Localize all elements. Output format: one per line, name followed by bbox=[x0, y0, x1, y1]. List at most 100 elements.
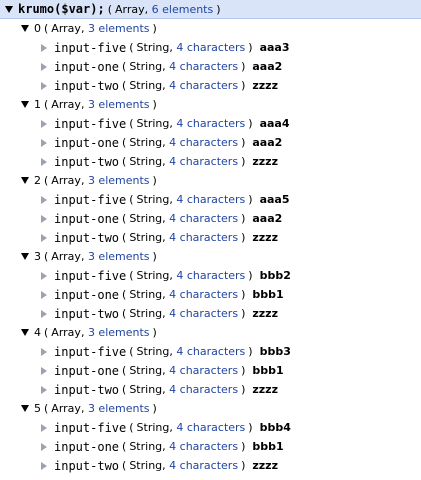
string-entry-row[interactable]: input-one(String, 4 characters) aaa2 bbox=[41, 57, 282, 76]
string-entry-row[interactable]: input-two(String, 4 characters) zzzz bbox=[41, 304, 278, 323]
entry-length: 4 characters bbox=[176, 269, 246, 282]
entry-type: String bbox=[129, 155, 163, 168]
item-type: Array bbox=[51, 250, 81, 263]
comma: , bbox=[80, 326, 88, 339]
array-item-row[interactable]: 3(Array, 3 elements) bbox=[21, 247, 160, 266]
expand-triangle-icon[interactable] bbox=[41, 43, 47, 52]
expand-triangle-icon[interactable] bbox=[41, 157, 47, 166]
expand-triangle-icon[interactable] bbox=[41, 81, 47, 90]
array-item-row[interactable]: 5(Array, 3 elements) bbox=[21, 399, 160, 418]
collapse-triangle-icon[interactable] bbox=[21, 405, 29, 412]
item-type: Array bbox=[51, 98, 81, 111]
collapse-triangle-icon[interactable] bbox=[21, 329, 29, 336]
entry-value: zzzz bbox=[252, 79, 278, 92]
string-entry-row[interactable]: input-five(String, 4 characters) aaa3 bbox=[41, 38, 290, 57]
string-entry-row[interactable]: input-two(String, 4 characters) zzzz bbox=[41, 456, 278, 475]
expand-triangle-icon[interactable] bbox=[41, 271, 47, 280]
entry-type: String bbox=[136, 345, 170, 358]
string-entry-row[interactable]: input-five(String, 4 characters) bbb3 bbox=[41, 342, 291, 361]
close-paren: ) bbox=[248, 193, 253, 206]
string-entry-row[interactable]: input-two(String, 4 characters) zzzz bbox=[41, 76, 278, 95]
close-paren: ) bbox=[152, 22, 157, 35]
comma: , bbox=[169, 421, 177, 434]
entry-value: bbb1 bbox=[252, 440, 284, 453]
open-paren: ( bbox=[122, 307, 127, 320]
string-entry-row[interactable]: input-two(String, 4 characters) zzzz bbox=[41, 152, 278, 171]
expand-triangle-icon[interactable] bbox=[41, 290, 47, 299]
close-paren: ) bbox=[152, 402, 157, 415]
expand-triangle-icon[interactable] bbox=[41, 62, 47, 71]
entry-type: String bbox=[129, 364, 163, 377]
close-paren: ) bbox=[216, 2, 221, 16]
entry-type: String bbox=[129, 231, 163, 244]
item-count: 3 elements bbox=[87, 174, 150, 187]
string-entry-row[interactable]: input-one(String, 4 characters) bbb1 bbox=[41, 437, 284, 456]
collapse-triangle-icon[interactable] bbox=[21, 101, 29, 108]
string-entry-row[interactable]: input-one(String, 4 characters) bbb1 bbox=[41, 285, 284, 304]
comma: , bbox=[162, 383, 170, 396]
open-paren: ( bbox=[44, 98, 49, 111]
expand-triangle-icon[interactable] bbox=[41, 119, 47, 128]
entry-value: bbb4 bbox=[259, 421, 291, 434]
array-item-row[interactable]: 1(Array, 3 elements) bbox=[21, 95, 160, 114]
open-paren: ( bbox=[44, 326, 49, 339]
string-entry-row[interactable]: input-one(String, 4 characters) aaa2 bbox=[41, 209, 282, 228]
entry-key: input-two bbox=[54, 78, 120, 93]
close-paren: ) bbox=[248, 345, 253, 358]
string-entry-row[interactable]: input-five(String, 4 characters) aaa5 bbox=[41, 190, 290, 209]
expand-triangle-icon[interactable] bbox=[41, 138, 47, 147]
string-entry-row[interactable]: input-one(String, 4 characters) bbb1 bbox=[41, 361, 284, 380]
open-paren: ( bbox=[129, 269, 134, 282]
expand-triangle-icon[interactable] bbox=[41, 366, 47, 375]
collapse-triangle-icon[interactable] bbox=[21, 177, 29, 184]
expand-triangle-icon[interactable] bbox=[41, 385, 47, 394]
entry-key: input-one bbox=[54, 439, 120, 454]
expand-triangle-icon[interactable] bbox=[41, 347, 47, 356]
entry-length: 4 characters bbox=[169, 79, 239, 92]
krumo-root-row[interactable]: krumo($var); ( Array, 6 elements ) bbox=[0, 0, 421, 19]
entry-type: String bbox=[129, 440, 163, 453]
string-entry-row[interactable]: input-five(String, 4 characters) bbb2 bbox=[41, 266, 291, 285]
entry-key: input-five bbox=[54, 268, 127, 283]
array-item-row[interactable]: 4(Array, 3 elements) bbox=[21, 323, 160, 342]
comma: , bbox=[162, 307, 170, 320]
collapse-triangle-icon[interactable] bbox=[21, 25, 29, 32]
entry-key: input-two bbox=[54, 154, 120, 169]
expand-triangle-icon[interactable] bbox=[41, 442, 47, 451]
comma: , bbox=[169, 193, 177, 206]
expand-triangle-icon[interactable] bbox=[41, 309, 47, 318]
expand-triangle-icon[interactable] bbox=[41, 214, 47, 223]
close-paren: ) bbox=[152, 250, 157, 263]
string-entry-row[interactable]: input-two(String, 4 characters) zzzz bbox=[41, 228, 278, 247]
collapse-triangle-icon[interactable] bbox=[5, 5, 13, 13]
expand-triangle-icon[interactable] bbox=[41, 233, 47, 242]
open-paren: ( bbox=[129, 345, 134, 358]
expand-triangle-icon[interactable] bbox=[41, 461, 47, 470]
collapse-triangle-icon[interactable] bbox=[21, 253, 29, 260]
comma: , bbox=[80, 22, 88, 35]
entry-length: 4 characters bbox=[169, 288, 239, 301]
entry-type: String bbox=[129, 383, 163, 396]
string-entry-row[interactable]: input-five(String, 4 characters) aaa4 bbox=[41, 114, 290, 133]
entry-value: bbb1 bbox=[252, 364, 284, 377]
item-count: 3 elements bbox=[87, 402, 150, 415]
entry-type: String bbox=[129, 79, 163, 92]
close-paren: ) bbox=[241, 307, 246, 320]
entry-type: String bbox=[136, 421, 170, 434]
string-entry-row[interactable]: input-one(String, 4 characters) aaa2 bbox=[41, 133, 282, 152]
open-paren: ( bbox=[44, 402, 49, 415]
expand-triangle-icon[interactable] bbox=[41, 195, 47, 204]
close-paren: ) bbox=[152, 98, 157, 111]
item-key: 0 bbox=[34, 22, 41, 35]
entry-key: input-two bbox=[54, 382, 120, 397]
array-item-row[interactable]: 0(Array, 3 elements) bbox=[21, 19, 160, 38]
close-paren: ) bbox=[241, 155, 246, 168]
string-entry-row[interactable]: input-two(String, 4 characters) zzzz bbox=[41, 380, 278, 399]
array-item-row[interactable]: 2(Array, 3 elements) bbox=[21, 171, 160, 190]
comma: , bbox=[162, 79, 170, 92]
entry-key: input-one bbox=[54, 363, 120, 378]
string-entry-row[interactable]: input-five(String, 4 characters) bbb4 bbox=[41, 418, 291, 437]
comma: , bbox=[169, 345, 177, 358]
entry-length: 4 characters bbox=[176, 421, 246, 434]
expand-triangle-icon[interactable] bbox=[41, 423, 47, 432]
